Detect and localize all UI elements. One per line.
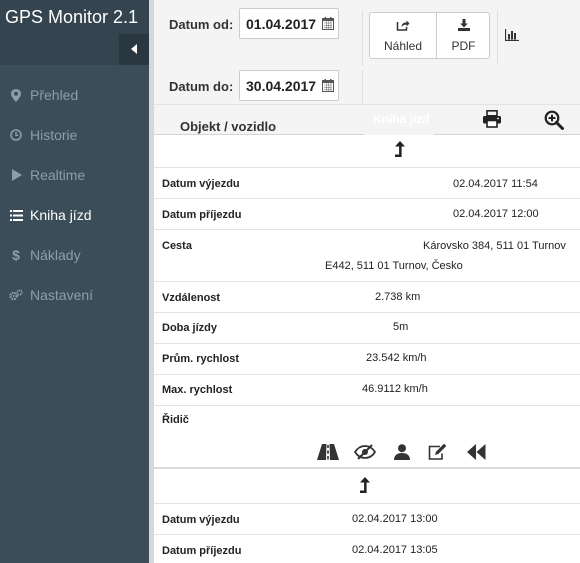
eye-slash-icon[interactable] [353, 444, 377, 465]
table-row: Doba jízdy 5m [154, 313, 580, 344]
sidebar-item-label: Historie [30, 127, 78, 143]
depart-value: 02.04.2017 13:00 [352, 513, 438, 525]
sidebar-item-label: Realtime [30, 167, 86, 183]
arrive-value: 02.04.2017 13:05 [352, 544, 438, 556]
share-icon [396, 19, 410, 34]
table-row: Řidič [154, 406, 580, 436]
arrive-label: Datum příjezdu [162, 209, 242, 221]
table-row: Prům. rychlost 23.542 km/h [154, 344, 580, 375]
date-to-label: Datum do: [169, 79, 234, 94]
table-row: Datum výjezdu 02.04.2017 13:00 [154, 504, 580, 535]
sidebar-collapse-button[interactable] [119, 34, 149, 65]
pdf-button[interactable]: PDF [437, 13, 490, 58]
calendar-icon[interactable] [322, 17, 334, 35]
max-speed-label: Max. rychlost [162, 384, 233, 396]
toolbar-divider [362, 10, 363, 65]
sidebar-item-label: Kniha jízd [30, 207, 92, 223]
depart-value: 02.04.2017 11:54 [453, 178, 538, 190]
play-icon [9, 155, 23, 195]
duration-label: Doba jízdy [162, 322, 218, 334]
app-title: GPS Monitor 2.1 [0, 0, 149, 34]
arrive-label: Datum příjezdu [162, 545, 242, 557]
preview-label: Náhled [383, 39, 423, 53]
level-up-icon[interactable] [359, 476, 371, 498]
sort-row [154, 136, 580, 168]
route-label: Cesta [162, 240, 192, 252]
list-icon [9, 195, 23, 235]
download-icon [457, 19, 470, 34]
print-icon[interactable] [482, 110, 502, 133]
driver-label: Řidič [162, 414, 189, 426]
sidebar-item-label: Náklady [30, 247, 81, 263]
table-row: Vzdálenost 2.738 km [154, 282, 580, 313]
bar-chart-icon[interactable] [504, 28, 519, 46]
edit-icon[interactable] [428, 443, 448, 465]
export-button-group: Náhled PDF [369, 12, 490, 59]
map-marker-icon [9, 75, 23, 115]
gears-icon [9, 275, 23, 315]
sidebar-item-kniha-jizd[interactable]: Kniha jízd [0, 195, 149, 235]
chevron-left-icon [131, 44, 137, 54]
backward-icon[interactable] [467, 444, 486, 465]
date-to-input[interactable]: 30.04.2017 [239, 70, 339, 101]
table-header: Objekt / vozidlo Kniha jízd [154, 105, 580, 135]
trip-actions [154, 436, 580, 469]
depart-label: Datum výjezdu [162, 514, 240, 526]
route-end: E442, 511 01 Turnov, Česko [325, 260, 463, 272]
column-book: Kniha jízd [373, 112, 430, 126]
date-to-value: 30.04.2017 [246, 78, 317, 94]
user-icon[interactable] [394, 444, 410, 465]
arrive-value: 02.04.2017 12:00 [453, 208, 539, 220]
duration-value: 5m [393, 321, 409, 333]
table-row: Max. rychlost 46.9112 km/h [154, 375, 580, 406]
sidebar-item-nastaveni[interactable]: Nastavení [0, 275, 149, 315]
clock-icon [9, 115, 23, 155]
level-up-icon[interactable] [394, 141, 406, 162]
distance-value: 2.738 km [375, 291, 421, 303]
sort-row [154, 471, 580, 504]
sidebar-item-label: Přehled [30, 87, 79, 103]
calendar-icon[interactable] [322, 79, 334, 97]
preview-button[interactable]: Náhled [370, 13, 436, 58]
avg-speed-label: Prům. rychlost [162, 353, 240, 365]
road-icon[interactable] [317, 444, 339, 465]
sidebar-item-historie[interactable]: Historie [0, 115, 149, 155]
table-row: Datum výjezdu 02.04.2017 11:54 [154, 168, 580, 199]
column-object: Objekt / vozidlo [180, 119, 277, 134]
dollar-icon: $ [12, 247, 20, 263]
date-from-value: 01.04.2017 [246, 16, 317, 32]
toolbar-divider [362, 70, 363, 105]
route-start: Károvsko 384, 511 01 Turnov [423, 240, 566, 252]
toolbar-divider [497, 10, 498, 65]
sidebar-item-prehled[interactable]: Přehled [0, 75, 149, 115]
distance-label: Vzdálenost [162, 292, 221, 304]
date-from-label: Datum od: [169, 17, 234, 32]
pdf-label: PDF [451, 39, 476, 53]
sidebar-item-realtime[interactable]: Realtime [0, 155, 149, 195]
table-row: Cesta Károvsko 384, 511 01 Turnov E442, … [154, 230, 580, 282]
avg-speed-value: 23.542 km/h [366, 352, 427, 364]
max-speed-value: 46.9112 km/h [362, 383, 428, 395]
depart-label: Datum výjezdu [162, 178, 240, 190]
zoom-in-icon[interactable] [544, 110, 564, 135]
date-from-input[interactable]: 01.04.2017 [239, 8, 339, 39]
sidebar-item-label: Nastavení [30, 287, 94, 303]
table-row: Datum příjezdu 02.04.2017 12:00 [154, 199, 580, 230]
table-row: Datum příjezdu 02.04.2017 13:05 [154, 535, 580, 563]
sidebar-item-naklady[interactable]: $ Náklady [0, 235, 149, 275]
